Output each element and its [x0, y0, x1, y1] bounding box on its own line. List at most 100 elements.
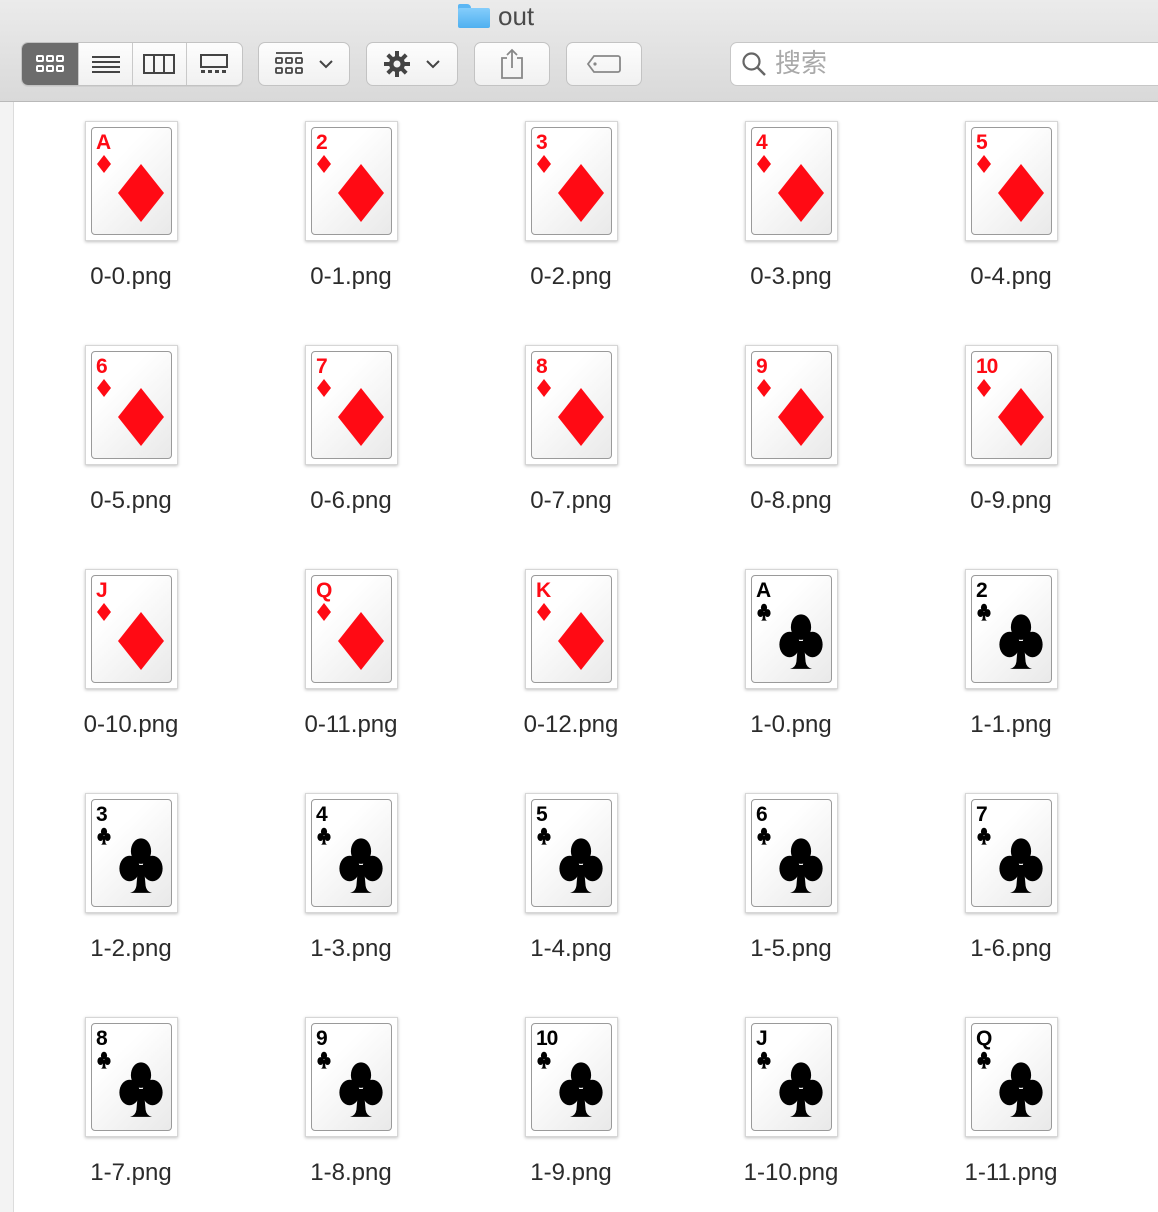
- file-thumbnail[interactable]: 3: [85, 793, 178, 913]
- search-field[interactable]: [730, 42, 1158, 86]
- file-thumbnail[interactable]: 2: [965, 569, 1058, 689]
- file-name-label[interactable]: 0-3.png: [681, 263, 901, 291]
- file-name-label[interactable]: 0-8.png: [681, 487, 901, 515]
- list-view-button[interactable]: [79, 43, 133, 85]
- file-name-label[interactable]: 1-7.png: [21, 1159, 241, 1187]
- file-thumbnail[interactable]: A: [85, 121, 178, 241]
- file-thumbnail[interactable]: 5: [525, 793, 618, 913]
- file-thumbnail[interactable]: 5: [965, 121, 1058, 241]
- action-menu-button[interactable]: [366, 42, 458, 86]
- sidebar-edge: [0, 102, 14, 1212]
- file-item[interactable]: 9 1-8.png: [241, 1017, 461, 1212]
- file-thumbnail[interactable]: 3: [525, 121, 618, 241]
- file-name-label[interactable]: 1-1.png: [901, 711, 1121, 739]
- gallery-view-button[interactable]: [187, 43, 242, 85]
- file-item[interactable]: 4 0-3.png: [681, 121, 901, 345]
- card-rank: 5: [536, 803, 548, 826]
- file-name-label[interactable]: 0-4.png: [901, 263, 1121, 291]
- share-button[interactable]: [474, 42, 550, 86]
- file-item[interactable]: 6 1-5.png: [681, 793, 901, 1017]
- file-name-label[interactable]: 1-4.png: [461, 935, 681, 963]
- card-rank: 2: [316, 131, 328, 154]
- file-item[interactable]: 7 1-6.png: [901, 793, 1121, 1017]
- card-rank: 6: [96, 355, 108, 378]
- file-name-label[interactable]: 0-1.png: [241, 263, 461, 291]
- file-item[interactable]: 5 0-4.png: [901, 121, 1121, 345]
- file-item[interactable]: A 0-0.png: [21, 121, 241, 345]
- file-name-label[interactable]: 1-3.png: [241, 935, 461, 963]
- file-name-label[interactable]: 1-11.png: [901, 1159, 1121, 1187]
- playing-card-image: Q: [971, 1023, 1052, 1131]
- file-thumbnail[interactable]: 10: [965, 345, 1058, 465]
- file-item[interactable]: 9 0-8.png: [681, 345, 901, 569]
- file-thumbnail[interactable]: K: [525, 569, 618, 689]
- file-thumbnail[interactable]: 7: [965, 793, 1058, 913]
- file-name-label[interactable]: 1-6.png: [901, 935, 1121, 963]
- file-item[interactable]: 8 0-7.png: [461, 345, 681, 569]
- diamond-icon: [317, 155, 331, 173]
- file-thumbnail[interactable]: 9: [305, 1017, 398, 1137]
- card-rank: Q: [316, 579, 332, 602]
- file-item[interactable]: 3 1-2.png: [21, 793, 241, 1017]
- diamond-icon: [338, 388, 384, 446]
- icon-view-button[interactable]: [22, 43, 80, 85]
- file-thumbnail[interactable]: 9: [745, 345, 838, 465]
- file-item[interactable]: 5 1-4.png: [461, 793, 681, 1017]
- file-thumbnail[interactable]: J: [745, 1017, 838, 1137]
- file-thumbnail[interactable]: 10: [525, 1017, 618, 1137]
- column-view-button[interactable]: [133, 43, 187, 85]
- diamond-icon: [537, 379, 551, 397]
- file-item[interactable]: J 1-10.png: [681, 1017, 901, 1212]
- club-icon: [317, 827, 331, 845]
- file-name-label[interactable]: 0-11.png: [241, 711, 461, 739]
- file-name-label[interactable]: 0-7.png: [461, 487, 681, 515]
- file-item[interactable]: 8 1-7.png: [21, 1017, 241, 1212]
- file-item[interactable]: 2 0-1.png: [241, 121, 461, 345]
- file-thumbnail[interactable]: 7: [305, 345, 398, 465]
- file-thumbnail[interactable]: 2: [305, 121, 398, 241]
- file-item[interactable]: 6 0-5.png: [21, 345, 241, 569]
- file-item[interactable]: 3 0-2.png: [461, 121, 681, 345]
- file-name-label[interactable]: 1-2.png: [21, 935, 241, 963]
- card-rank: 8: [536, 355, 548, 378]
- file-item[interactable]: Q 1-11.png: [901, 1017, 1121, 1212]
- tag-icon: [586, 55, 621, 73]
- file-item[interactable]: A 1-0.png: [681, 569, 901, 793]
- file-thumbnail[interactable]: 6: [85, 345, 178, 465]
- file-name-label[interactable]: 1-8.png: [241, 1159, 461, 1187]
- file-name-label[interactable]: 0-10.png: [21, 711, 241, 739]
- club-icon: [339, 1062, 383, 1117]
- file-thumbnail[interactable]: J: [85, 569, 178, 689]
- file-thumbnail[interactable]: 4: [745, 121, 838, 241]
- diamond-icon: [338, 612, 384, 670]
- file-thumbnail[interactable]: Q: [305, 569, 398, 689]
- tags-button[interactable]: [566, 42, 642, 86]
- diamond-icon: [537, 603, 551, 621]
- file-item[interactable]: 10 0-9.png: [901, 345, 1121, 569]
- file-name-label[interactable]: 0-0.png: [21, 263, 241, 291]
- search-input[interactable]: [775, 49, 1135, 79]
- file-item[interactable]: 2 1-1.png: [901, 569, 1121, 793]
- file-thumbnail[interactable]: 8: [85, 1017, 178, 1137]
- file-thumbnail[interactable]: Q: [965, 1017, 1058, 1137]
- group-by-dropdown[interactable]: [258, 42, 350, 86]
- file-name-label[interactable]: 1-10.png: [681, 1159, 901, 1187]
- file-item[interactable]: 10 1-9.png: [461, 1017, 681, 1212]
- file-name-label[interactable]: 0-2.png: [461, 263, 681, 291]
- file-name-label[interactable]: 1-9.png: [461, 1159, 681, 1187]
- file-item[interactable]: J 0-10.png: [21, 569, 241, 793]
- file-name-label[interactable]: 1-0.png: [681, 711, 901, 739]
- file-thumbnail[interactable]: 8: [525, 345, 618, 465]
- file-thumbnail[interactable]: A: [745, 569, 838, 689]
- file-name-label[interactable]: 0-9.png: [901, 487, 1121, 515]
- file-item[interactable]: 4 1-3.png: [241, 793, 461, 1017]
- file-name-label[interactable]: 0-12.png: [461, 711, 681, 739]
- file-item[interactable]: Q 0-11.png: [241, 569, 461, 793]
- file-name-label[interactable]: 0-6.png: [241, 487, 461, 515]
- file-name-label[interactable]: 1-5.png: [681, 935, 901, 963]
- file-item[interactable]: 7 0-6.png: [241, 345, 461, 569]
- file-name-label[interactable]: 0-5.png: [21, 487, 241, 515]
- file-thumbnail[interactable]: 4: [305, 793, 398, 913]
- file-thumbnail[interactable]: 6: [745, 793, 838, 913]
- file-item[interactable]: K 0-12.png: [461, 569, 681, 793]
